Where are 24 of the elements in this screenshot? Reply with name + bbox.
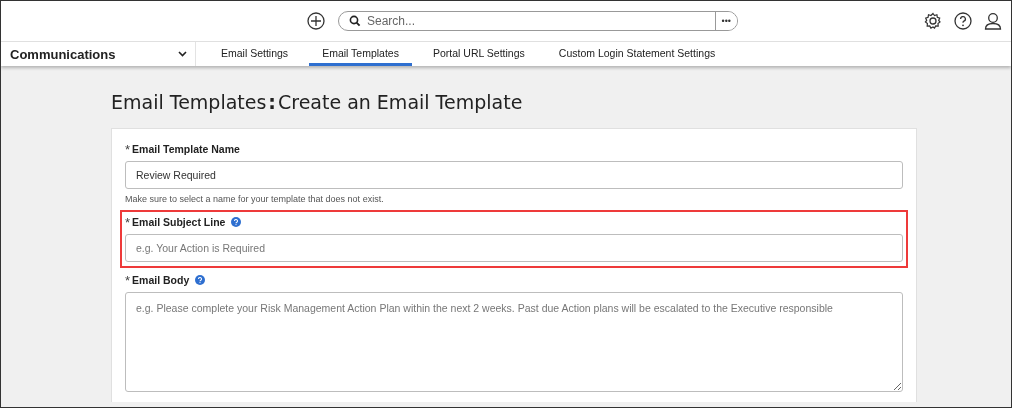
nav-tab[interactable]: Email Settings — [208, 42, 302, 66]
nav-tab[interactable]: Portal URL Settings — [419, 42, 538, 66]
hint-text: Make sure to select a name for your template that does not exist. — [125, 194, 385, 204]
required-mark: * — [125, 141, 131, 157]
field-label: Email Template Name — [132, 143, 240, 155]
search-field[interactable]: Search... ••• — [338, 11, 738, 31]
nav-tab[interactable]: Email Templates — [309, 42, 412, 66]
module-dropdown[interactable]: Communications — [1, 42, 196, 66]
input-field[interactable]: e.g. Your Action is Required — [125, 234, 903, 262]
more-button[interactable]: ••• — [714, 12, 737, 30]
required-mark: * — [125, 214, 131, 230]
search-icon — [349, 15, 361, 27]
field-label: Email Body — [132, 274, 190, 286]
add-icon[interactable] — [306, 11, 326, 31]
input-field[interactable]: Review Required — [125, 161, 903, 189]
chevron-down-icon — [178, 51, 187, 57]
required-mark: * — [125, 272, 131, 288]
help-icon[interactable] — [953, 11, 973, 31]
user-icon[interactable] — [983, 11, 1003, 31]
settings-icon[interactable] — [923, 11, 943, 31]
textarea-field[interactable]: e.g. Please complete your Risk Management Action Plan within the next 2 weeks. Past due Action plans will be escalated to the Executive responsible — [125, 292, 903, 392]
field-label: Email Subject Line — [132, 216, 226, 228]
page-title: Email Templates:Create an Email Template — [111, 90, 524, 115]
nav-tab[interactable]: Custom Login Statement Settings — [545, 42, 729, 66]
